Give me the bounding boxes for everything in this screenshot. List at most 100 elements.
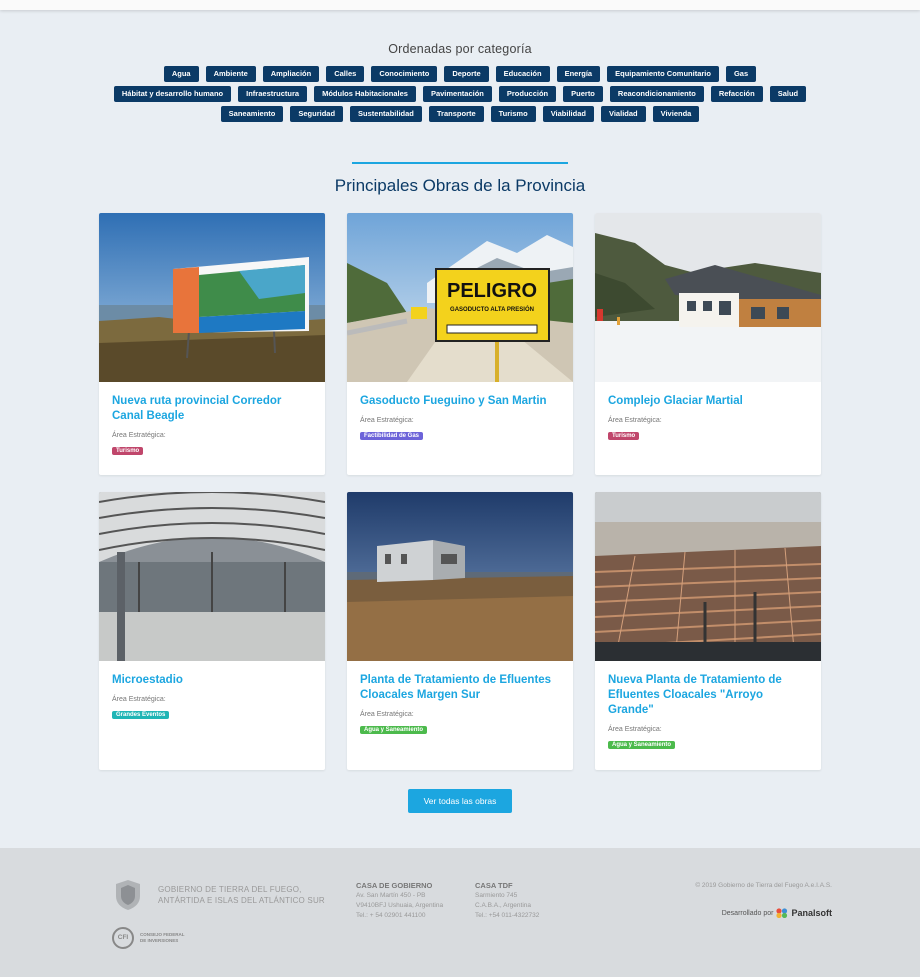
category-saneamiento[interactable]: Saneamiento [220, 106, 284, 122]
work-card[interactable]: Nueva Planta de Tratamiento de Efluentes… [595, 492, 821, 770]
category-row-1: Agua Ambiente Ampliación Calles Conocimi… [80, 66, 840, 82]
developer-credit[interactable]: Desarrollado por Panalsoft [722, 908, 832, 918]
category-agua[interactable]: Agua [163, 66, 199, 82]
work-card[interactable]: PELIGRO GASODUCTO ALTA PRESIÓN Gasoducto… [347, 213, 573, 475]
casa-gobierno-phone: Tel.: + 54 02901 441100 [356, 912, 426, 919]
work-card-body: Complejo Glaciar Martial Área Estratégic… [595, 382, 821, 450]
category-seguridad[interactable]: Seguridad [290, 106, 344, 122]
category-sustentabilidad[interactable]: Sustentabilidad [350, 106, 422, 122]
casa-tdf-city: C.A.B.A., Argentina [475, 902, 532, 909]
gov-line-2: ANTÁRTIDA E ISLAS DEL ATLÁNTICO SUR [158, 896, 325, 905]
lodge-photo [595, 213, 821, 382]
work-image-billboard [99, 213, 325, 382]
gas-sign-photo: PELIGRO GASODUCTO ALTA PRESIÓN [347, 213, 573, 382]
cfi-logo-icon: CFI [112, 927, 134, 949]
area-badge: Agua y Saneamiento [360, 726, 428, 734]
view-all-works-button[interactable]: Ver todas las obras [408, 789, 512, 813]
category-row-2: Hábitat y desarrollo humano Infraestruct… [80, 86, 840, 102]
category-refaccion[interactable]: Refacción [710, 86, 763, 102]
category-equipamiento-comunitario[interactable]: Equipamiento Comunitario [607, 66, 719, 82]
panalsoft-logo-icon [776, 908, 788, 918]
area-badge: Agua y Saneamiento [608, 741, 676, 749]
casa-gobierno-title: CASA DE GOBIERNO [356, 881, 433, 890]
category-salud[interactable]: Salud [769, 86, 807, 102]
works-section-title: Principales Obras de la Provincia [334, 176, 586, 195]
work-title[interactable]: Gasoducto Fueguino y San Martin [360, 394, 561, 409]
work-title[interactable]: Microestadio [112, 673, 313, 688]
work-card-body: Planta de Tratamiento de Efluentes Cloac… [347, 661, 573, 744]
area-label: Área Estratégica: [608, 726, 662, 733]
footer: GOBIERNO DE TIERRA DEL FUEGO, ANTÁRTIDA … [0, 848, 920, 977]
arroyo-grande-photo [595, 492, 821, 661]
treatment-plant-photo [347, 492, 573, 661]
category-turismo[interactable]: Turismo [490, 106, 536, 122]
category-deporte[interactable]: Deporte [444, 66, 489, 82]
work-image-arroyo-grande [595, 492, 821, 661]
billboard-photo [99, 213, 325, 382]
area-badge: Turismo [112, 447, 144, 455]
work-title[interactable]: Nueva Planta de Tratamiento de Efluentes… [608, 673, 809, 718]
section-divider [352, 162, 568, 164]
work-card-body: Nueva Planta de Tratamiento de Efluentes… [595, 661, 821, 759]
work-image-lodge [595, 213, 821, 382]
category-puerto[interactable]: Puerto [563, 86, 603, 102]
province-crest-icon [116, 880, 140, 910]
category-educacion[interactable]: Educación [495, 66, 550, 82]
category-habitat[interactable]: Hábitat y desarrollo humano [113, 86, 232, 102]
category-ambiente[interactable]: Ambiente [205, 66, 256, 82]
category-infraestructura[interactable]: Infraestructura [238, 86, 308, 102]
category-vivienda[interactable]: Vivienda [652, 106, 700, 122]
category-vialidad[interactable]: Vialidad [600, 106, 646, 122]
area-badge: Factibilidad de Gas [360, 432, 424, 440]
area-label: Área Estratégica: [360, 711, 414, 718]
casa-tdf-phone: Tel.: +54 011-4322732 [475, 912, 540, 919]
sign-subtext: GASODUCTO ALTA PRESIÓN [450, 305, 534, 313]
cfi-line-2: DE INVERSIONES [140, 938, 179, 943]
category-calles[interactable]: Calles [326, 66, 365, 82]
category-list: Agua Ambiente Ampliación Calles Conocimi… [80, 66, 840, 122]
category-ampliacion[interactable]: Ampliación [262, 66, 320, 82]
government-name: GOBIERNO DE TIERRA DEL FUEGO, ANTÁRTIDA … [158, 884, 325, 906]
work-card[interactable]: Complejo Glaciar Martial Área Estratégic… [595, 213, 821, 475]
stadium-photo [99, 492, 325, 661]
casa-gobierno-address: Av. San Martín 450 - PB [356, 892, 426, 899]
cfi-name: CONSEJO FEDERAL DE INVERSIONES [140, 932, 185, 944]
work-title[interactable]: Planta de Tratamiento de Efluentes Cloac… [360, 673, 561, 703]
copyright: © 2019 Gobierno de Tierra del Fuego A.e.… [695, 882, 832, 889]
work-card[interactable]: Microestadio Área Estratégica: Grandes E… [99, 492, 325, 770]
work-card[interactable]: Planta de Tratamiento de Efluentes Cloac… [347, 492, 573, 770]
area-label: Área Estratégica: [608, 417, 662, 424]
top-bar [0, 0, 920, 10]
category-viabilidad[interactable]: Viabilidad [542, 106, 594, 122]
sign-text: PELIGRO [447, 280, 537, 302]
casa-tdf-address: Sarmiento 745 [475, 892, 518, 899]
category-produccion[interactable]: Producción [498, 86, 557, 102]
work-card[interactable]: Nueva ruta provincial Corredor Canal Bea… [99, 213, 325, 475]
category-transporte[interactable]: Transporte [428, 106, 484, 122]
work-image-gas-sign: PELIGRO GASODUCTO ALTA PRESIÓN [347, 213, 573, 382]
work-image-treatment-plant [347, 492, 573, 661]
area-label: Área Estratégica: [360, 417, 414, 424]
categories-heading: Ordenadas por categoría [388, 42, 532, 56]
category-modulos-habitacionales[interactable]: Módulos Habitacionales [314, 86, 416, 102]
developer-name: Panalsoft [791, 908, 832, 918]
category-energia[interactable]: Energía [556, 66, 601, 82]
developer-label: Desarrollado por [721, 909, 774, 917]
casa-tdf-title: CASA TDF [475, 881, 513, 890]
work-title[interactable]: Nueva ruta provincial Corredor Canal Bea… [112, 394, 313, 424]
work-card-body: Microestadio Área Estratégica: Grandes E… [99, 661, 325, 729]
category-pavimentacion[interactable]: Pavimentación [422, 86, 492, 102]
casa-gobierno-city: V9410BFJ Ushuaia, Argentina [356, 902, 444, 909]
category-row-3: Saneamiento Seguridad Sustentabilidad Tr… [80, 106, 840, 122]
category-reacondicionamiento[interactable]: Reacondicionamiento [609, 86, 704, 102]
category-gas[interactable]: Gas [725, 66, 757, 82]
work-card-body: Nueva ruta provincial Corredor Canal Bea… [99, 382, 325, 465]
category-conocimiento[interactable]: Conocimiento [371, 66, 438, 82]
works-grid: Nueva ruta provincial Corredor Canal Bea… [99, 213, 821, 770]
work-card-body: Gasoducto Fueguino y San Martin Área Est… [347, 382, 573, 450]
work-image-stadium [99, 492, 325, 661]
area-badge: Grandes Eventos [112, 711, 170, 719]
area-label: Área Estratégica: [112, 696, 166, 703]
gov-line-1: GOBIERNO DE TIERRA DEL FUEGO, [158, 885, 302, 894]
work-title[interactable]: Complejo Glaciar Martial [608, 394, 809, 409]
